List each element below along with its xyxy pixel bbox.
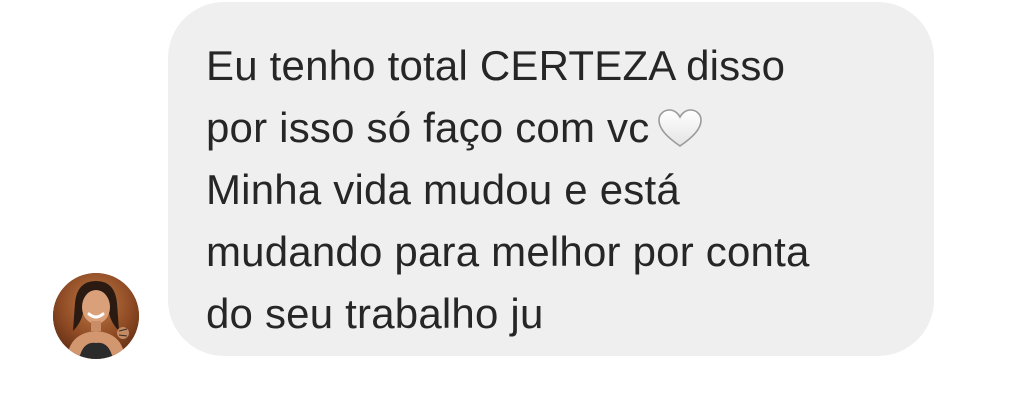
- avatar-photo: [53, 273, 139, 359]
- message-line-5: do seu trabalho ju: [206, 290, 544, 337]
- message-line-4: mudando para melhor por conta: [206, 228, 810, 275]
- sender-avatar[interactable]: [53, 273, 139, 359]
- message-line-3: Minha vida mudou e está: [206, 166, 680, 213]
- message-line-1: Eu tenho total CERTEZA disso: [206, 42, 786, 89]
- message-bubble[interactable]: Eu tenho total CERTEZA disso por isso só…: [168, 2, 934, 356]
- message-line-2-text: por isso só faço com vc: [206, 104, 650, 151]
- white-heart-icon: [657, 108, 703, 148]
- chat-screen: Eu tenho total CERTEZA disso por isso só…: [0, 0, 1027, 406]
- message-line-2: por isso só faço com vc: [206, 97, 894, 159]
